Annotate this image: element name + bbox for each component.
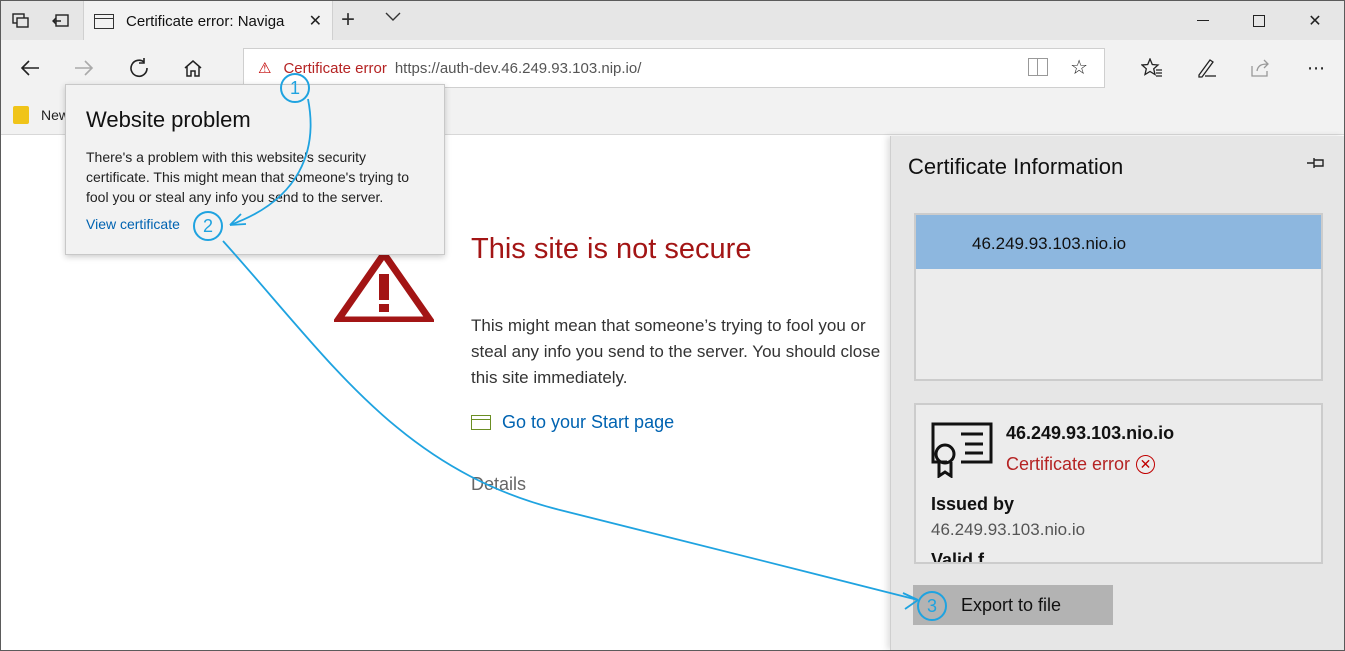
favorite-star-icon[interactable]: ☆ bbox=[1070, 55, 1088, 80]
window-close-icon[interactable]: ✕ bbox=[1287, 1, 1343, 40]
annotation-marker: 1 bbox=[280, 73, 310, 103]
flyout-title: Website problem bbox=[86, 107, 251, 132]
more-icon[interactable]: ⋯ bbox=[1298, 54, 1334, 82]
certificate-status: Certificate error ✕ bbox=[1006, 454, 1156, 475]
maximize-icon[interactable] bbox=[1231, 1, 1287, 40]
reading-view-icon[interactable] bbox=[1028, 58, 1048, 76]
certificate-icon bbox=[931, 422, 993, 483]
warning-icon[interactable]: ⚠ bbox=[258, 59, 271, 77]
web-note-icon[interactable] bbox=[1189, 54, 1225, 82]
back-icon[interactable] bbox=[15, 54, 45, 82]
start-page-label[interactable]: Go to your Start page bbox=[502, 412, 674, 433]
website-problem-flyout: Website problem There's a problem with t… bbox=[65, 84, 445, 255]
share-icon[interactable] bbox=[1243, 54, 1279, 82]
folder-icon[interactable] bbox=[13, 106, 29, 124]
address-bar[interactable]: ⚠ Certificate error https://auth-dev.46.… bbox=[243, 48, 1105, 88]
view-certificate-link[interactable]: View certificate bbox=[86, 216, 180, 232]
tab-preview-icon[interactable] bbox=[1, 1, 41, 40]
error-icon: ✕ bbox=[1136, 455, 1156, 474]
certificate-list-item[interactable]: 46.249.93.103.nio.io bbox=[916, 215, 1321, 269]
close-icon[interactable]: ✕ bbox=[309, 11, 322, 31]
home-icon[interactable] bbox=[178, 54, 208, 82]
tab-title: Certificate error: Naviga bbox=[126, 12, 285, 30]
issued-by-value: 46.249.93.103.nio.io bbox=[931, 520, 1086, 539]
forward-icon[interactable] bbox=[69, 54, 99, 82]
certificate-panel: Certificate Information 46.249.93.103.ni… bbox=[890, 136, 1344, 650]
pin-icon[interactable] bbox=[1306, 156, 1326, 175]
start-page-icon bbox=[471, 415, 491, 430]
active-tab[interactable]: Certificate error: Naviga ✕ bbox=[83, 1, 333, 41]
page-title: This site is not secure bbox=[471, 233, 752, 265]
warning-triangle-icon bbox=[331, 247, 437, 327]
panel-title: Certificate Information bbox=[908, 154, 1124, 179]
certificate-name: 46.249.93.103.nio.io bbox=[1006, 423, 1175, 443]
details-link[interactable]: Details bbox=[471, 474, 526, 495]
error-description: This might mean that someone’s trying to… bbox=[471, 316, 881, 387]
annotation-marker: 2 bbox=[193, 211, 223, 241]
certificate-details: 46.249.93.103.nio.io Certificate error ✕… bbox=[914, 403, 1323, 564]
page-icon bbox=[94, 13, 114, 29]
flyout-body: There's a problem with this website's se… bbox=[86, 149, 410, 205]
url-text[interactable]: https://auth-dev.46.249.93.103.nip.io/ bbox=[395, 60, 642, 77]
certificate-chain-list: 46.249.93.103.nio.io bbox=[914, 213, 1323, 381]
valid-from-label: Valid f bbox=[931, 550, 985, 564]
set-aside-tabs-icon[interactable] bbox=[41, 1, 81, 40]
favorites-hub-icon[interactable] bbox=[1134, 54, 1170, 82]
chevron-down-icon[interactable] bbox=[385, 9, 401, 25]
new-tab-icon[interactable]: + bbox=[341, 6, 355, 34]
refresh-icon[interactable] bbox=[124, 54, 154, 82]
minimize-icon[interactable] bbox=[1175, 1, 1231, 40]
issued-by-label: Issued by bbox=[931, 494, 1015, 514]
title-bar: Certificate error: Naviga ✕ + ✕ bbox=[1, 1, 1344, 41]
start-page-link[interactable]: Go to your Start page bbox=[471, 412, 674, 433]
certificate-list-item-label: 46.249.93.103.nio.io bbox=[972, 234, 1127, 253]
annotation-marker: 3 bbox=[917, 591, 947, 621]
certificate-status-label: Certificate error bbox=[1006, 454, 1131, 474]
